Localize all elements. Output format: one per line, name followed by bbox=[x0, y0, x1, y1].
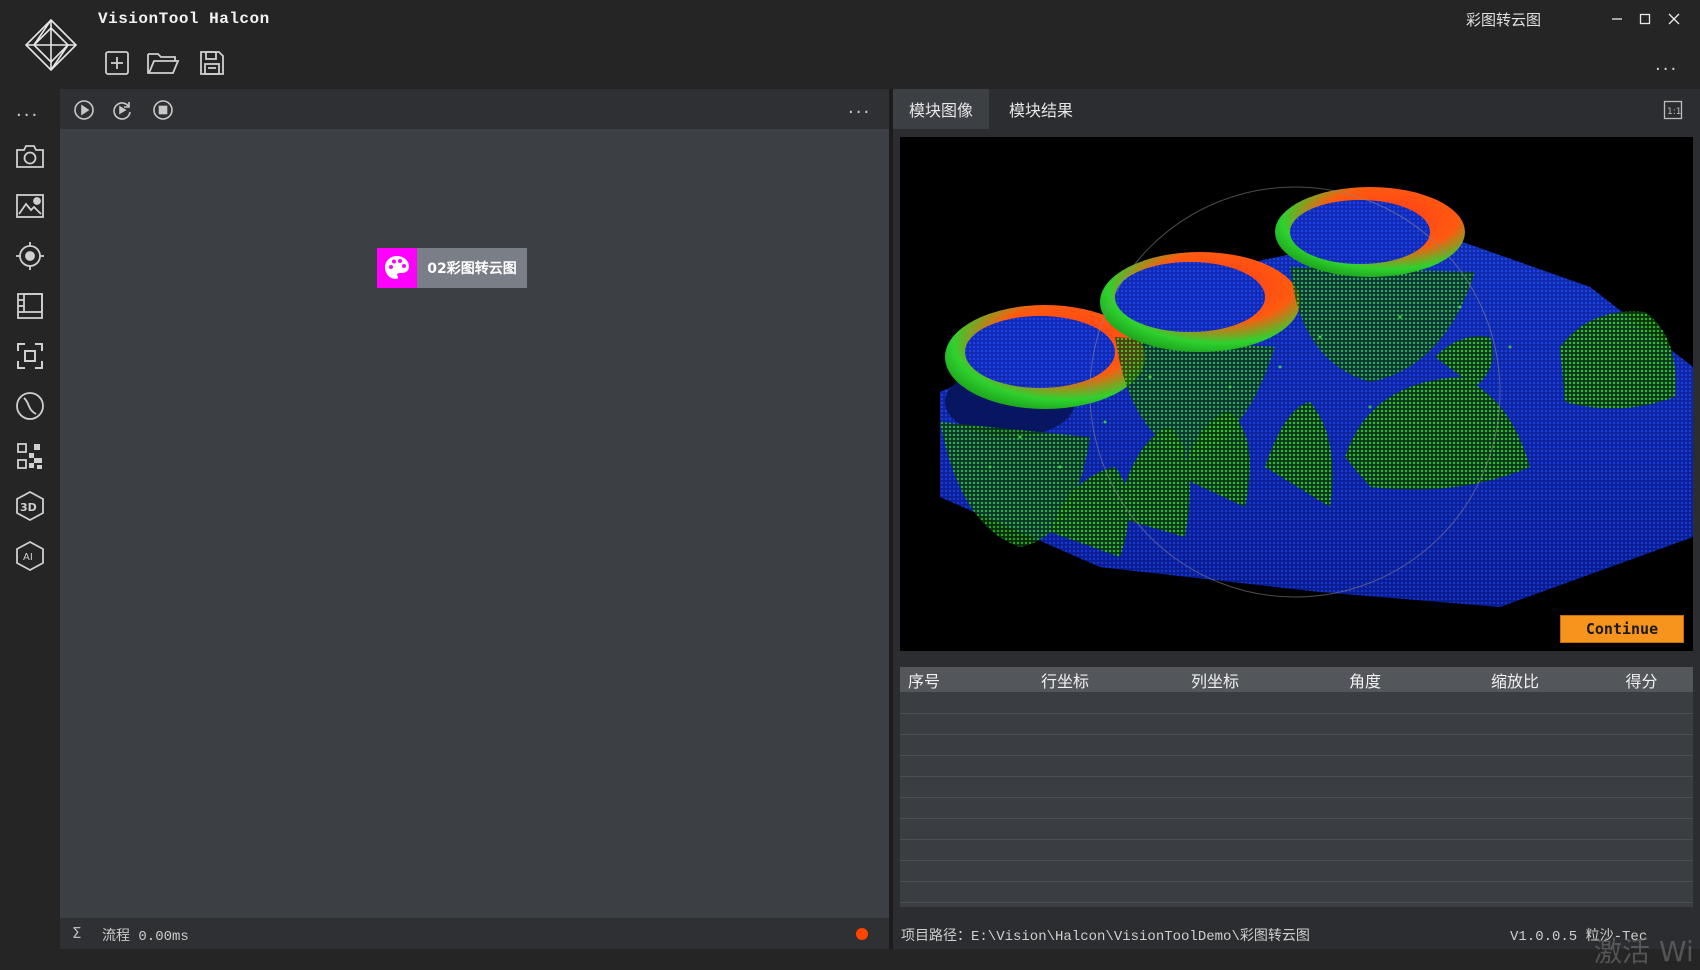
play-icon bbox=[74, 100, 94, 120]
image-settings-button[interactable] bbox=[12, 188, 48, 224]
svg-text:1:1: 1:1 bbox=[1667, 107, 1681, 117]
open-folder-button[interactable] bbox=[146, 46, 180, 80]
tab-module-result[interactable]: 模块结果 bbox=[993, 89, 1089, 129]
3d-tool-button[interactable]: 3D bbox=[12, 488, 48, 524]
svg-text:AI: AI bbox=[23, 552, 33, 563]
results-table bbox=[900, 667, 1693, 907]
row-divider bbox=[900, 776, 1693, 777]
status-indicator bbox=[856, 928, 868, 940]
loop-run-icon bbox=[113, 102, 131, 120]
activation-watermark: 激活 Wi bbox=[1594, 935, 1694, 968]
curve-measure-icon bbox=[16, 392, 44, 420]
close-icon bbox=[1668, 13, 1680, 25]
column-header-angle[interactable]: 角度 bbox=[1290, 667, 1440, 692]
flow-node[interactable]: 02彩图转云图 bbox=[377, 248, 527, 288]
flow-canvas[interactable] bbox=[60, 89, 889, 949]
run-once-button[interactable] bbox=[72, 98, 96, 122]
sigma-icon: Σ bbox=[72, 924, 82, 942]
camera-icon bbox=[16, 145, 44, 168]
point-cloud-image bbox=[940, 186, 1693, 607]
continue-button[interactable]: Continue bbox=[1560, 615, 1684, 643]
qr-pattern-icon bbox=[17, 443, 42, 469]
tab-module-image[interactable]: 模块图像 bbox=[893, 89, 990, 129]
column-header-scale[interactable]: 缩放比 bbox=[1440, 667, 1590, 692]
row-divider bbox=[900, 818, 1693, 819]
new-file-icon bbox=[105, 51, 129, 75]
folder-open-icon bbox=[147, 53, 180, 74]
palette-icon bbox=[377, 248, 417, 288]
window-title: 彩图转云图 bbox=[1466, 11, 1542, 29]
row-divider bbox=[900, 713, 1693, 714]
image-viewer[interactable] bbox=[900, 137, 1693, 651]
row-divider bbox=[900, 881, 1693, 882]
save-button[interactable] bbox=[195, 46, 229, 80]
locate-tool-button[interactable] bbox=[12, 238, 48, 274]
column-header-col[interactable]: 列坐标 bbox=[1140, 667, 1290, 692]
stop-button[interactable] bbox=[151, 98, 175, 122]
stop-icon bbox=[153, 100, 173, 120]
3d-icon: 3D bbox=[16, 490, 44, 522]
image-settings-icon bbox=[16, 194, 44, 218]
minimize-button[interactable] bbox=[1606, 8, 1628, 30]
maximize-button[interactable] bbox=[1634, 8, 1656, 30]
results-table-header: 序号 行坐标 列坐标 角度 缩放比 得分 bbox=[900, 667, 1693, 692]
ai-tool-button[interactable]: AI bbox=[12, 538, 48, 574]
code-tool-button[interactable] bbox=[12, 438, 48, 474]
new-file-button[interactable] bbox=[100, 46, 134, 80]
minimize-icon bbox=[1612, 18, 1622, 20]
app-title: VisionTool Halcon bbox=[98, 10, 270, 28]
column-header-row[interactable]: 行坐标 bbox=[990, 667, 1140, 692]
row-divider bbox=[900, 860, 1693, 861]
measure-tool-button[interactable] bbox=[12, 388, 48, 424]
focus-tool-button[interactable] bbox=[12, 338, 48, 374]
flow-time: 流程 0.00ms bbox=[102, 929, 189, 945]
focus-frame-icon bbox=[17, 343, 43, 369]
row-divider bbox=[900, 839, 1693, 840]
flow-toolbar bbox=[60, 89, 889, 129]
ai-icon: AI bbox=[16, 540, 44, 572]
panel-layout-icon bbox=[17, 293, 43, 319]
layout-tool-button[interactable] bbox=[12, 288, 48, 324]
column-header-index[interactable]: 序号 bbox=[900, 667, 990, 692]
actual-size-button[interactable]: 1:1 bbox=[1661, 98, 1685, 122]
project-path: 项目路径：E:\Vision\Halcon\VisionToolDemo\彩图转… bbox=[901, 929, 1310, 945]
flow-node-label: 02彩图转云图 bbox=[417, 248, 527, 288]
row-divider bbox=[900, 902, 1693, 903]
row-divider bbox=[900, 734, 1693, 735]
one-to-one-icon: 1:1 bbox=[1663, 100, 1683, 120]
camera-tool-button[interactable] bbox=[12, 138, 48, 174]
title-more-button[interactable]: ... bbox=[1655, 54, 1678, 75]
target-icon bbox=[16, 242, 44, 270]
svg-text:3D: 3D bbox=[20, 501, 37, 514]
run-loop-button[interactable] bbox=[110, 98, 134, 122]
save-icon bbox=[200, 51, 224, 75]
row-divider bbox=[900, 755, 1693, 756]
maximize-icon bbox=[1639, 13, 1651, 25]
leftbar-more-button[interactable]: ... bbox=[16, 100, 39, 121]
column-header-score[interactable]: 得分 bbox=[1590, 667, 1693, 692]
close-button[interactable] bbox=[1663, 8, 1685, 30]
row-divider bbox=[900, 797, 1693, 798]
app-logo-icon bbox=[22, 18, 80, 72]
flow-more-button[interactable]: ... bbox=[848, 97, 871, 118]
